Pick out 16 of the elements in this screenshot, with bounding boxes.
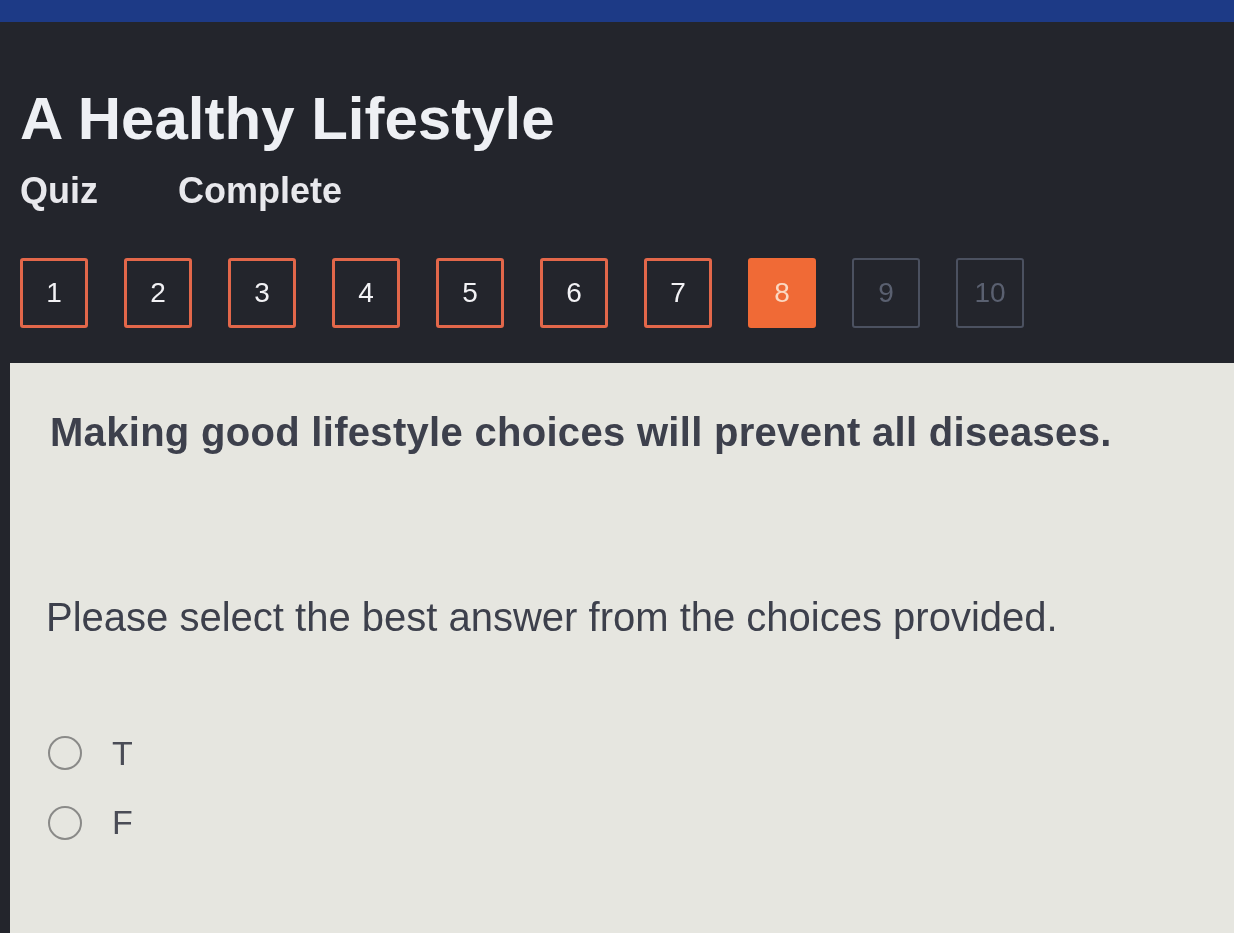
- radio-button[interactable]: [48, 806, 82, 841]
- quiz-label: Quiz: [20, 171, 98, 211]
- question-number-button[interactable]: 5: [436, 257, 504, 328]
- question-number-button[interactable]: 6: [540, 257, 608, 328]
- question-number-button[interactable]: 1: [20, 257, 88, 328]
- question-number-button[interactable]: 2: [124, 257, 192, 328]
- instruction-text: Please select the best answer from the choices provided.: [46, 593, 1059, 641]
- question-number-button[interactable]: 3: [228, 257, 296, 328]
- quiz-title: A Healthy Lifestyle: [20, 84, 556, 153]
- radio-button[interactable]: [48, 736, 82, 771]
- option-label[interactable]: T: [112, 735, 133, 772]
- quiz-status: Complete: [178, 171, 343, 211]
- question-text: Making good lifestyle choices will prevent all diseases.: [50, 408, 1113, 456]
- question-number-button[interactable]: 7: [644, 257, 712, 328]
- question-number-button[interactable]: 4: [332, 257, 400, 328]
- option-label[interactable]: F: [112, 805, 133, 841]
